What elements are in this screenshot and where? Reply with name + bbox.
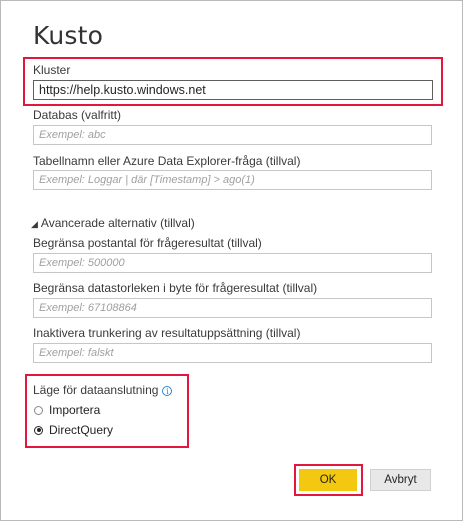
dialog-title: Kusto [33, 21, 104, 50]
ok-button[interactable]: OK [299, 469, 357, 491]
radio-directquery-label: DirectQuery [49, 423, 114, 437]
info-icon[interactable]: i [162, 385, 173, 396]
table-query-input[interactable]: Exempel: Loggar | där [Timestamp] > ago(… [33, 170, 432, 190]
collapse-triangle-icon: ◢ [31, 219, 38, 229]
radio-import-label: Importera [49, 403, 101, 417]
record-limit-label: Begränsa postantal för frågeresultat (ti… [33, 236, 262, 250]
kusto-dialog: Kusto Kluster https://help.kusto.windows… [0, 0, 463, 521]
cluster-label: Kluster [33, 63, 71, 77]
connectivity-label-text: Läge för dataanslutning [33, 383, 159, 397]
table-query-label: Tabellnamn eller Azure Data Explorer-frå… [33, 154, 301, 168]
size-limit-input[interactable]: Exempel: 67108864 [33, 298, 432, 318]
advanced-options-label: Avancerade alternativ (tillval) [40, 216, 195, 230]
connectivity-label: Läge för dataanslutning i [33, 383, 173, 397]
radio-import[interactable]: Importera [34, 403, 100, 417]
database-label: Databas (valfritt) [33, 108, 122, 122]
cancel-button[interactable]: Avbryt [370, 469, 431, 491]
radio-import-button[interactable] [34, 405, 43, 415]
cluster-input[interactable]: https://help.kusto.windows.net [33, 80, 433, 100]
radio-directquery[interactable]: DirectQuery [34, 423, 113, 437]
database-input[interactable]: Exempel: abc [33, 125, 432, 145]
size-limit-label: Begränsa datastorleken i byte för fråger… [33, 281, 318, 295]
truncation-input[interactable]: Exempel: falskt [33, 343, 432, 363]
radio-directquery-button[interactable] [34, 425, 43, 435]
record-limit-input[interactable]: Exempel: 500000 [33, 253, 432, 273]
truncation-label: Inaktivera trunkering av resultatuppsätt… [33, 326, 301, 340]
advanced-options-toggle[interactable]: ◢ Avancerade alternativ (tillval) [31, 216, 195, 230]
